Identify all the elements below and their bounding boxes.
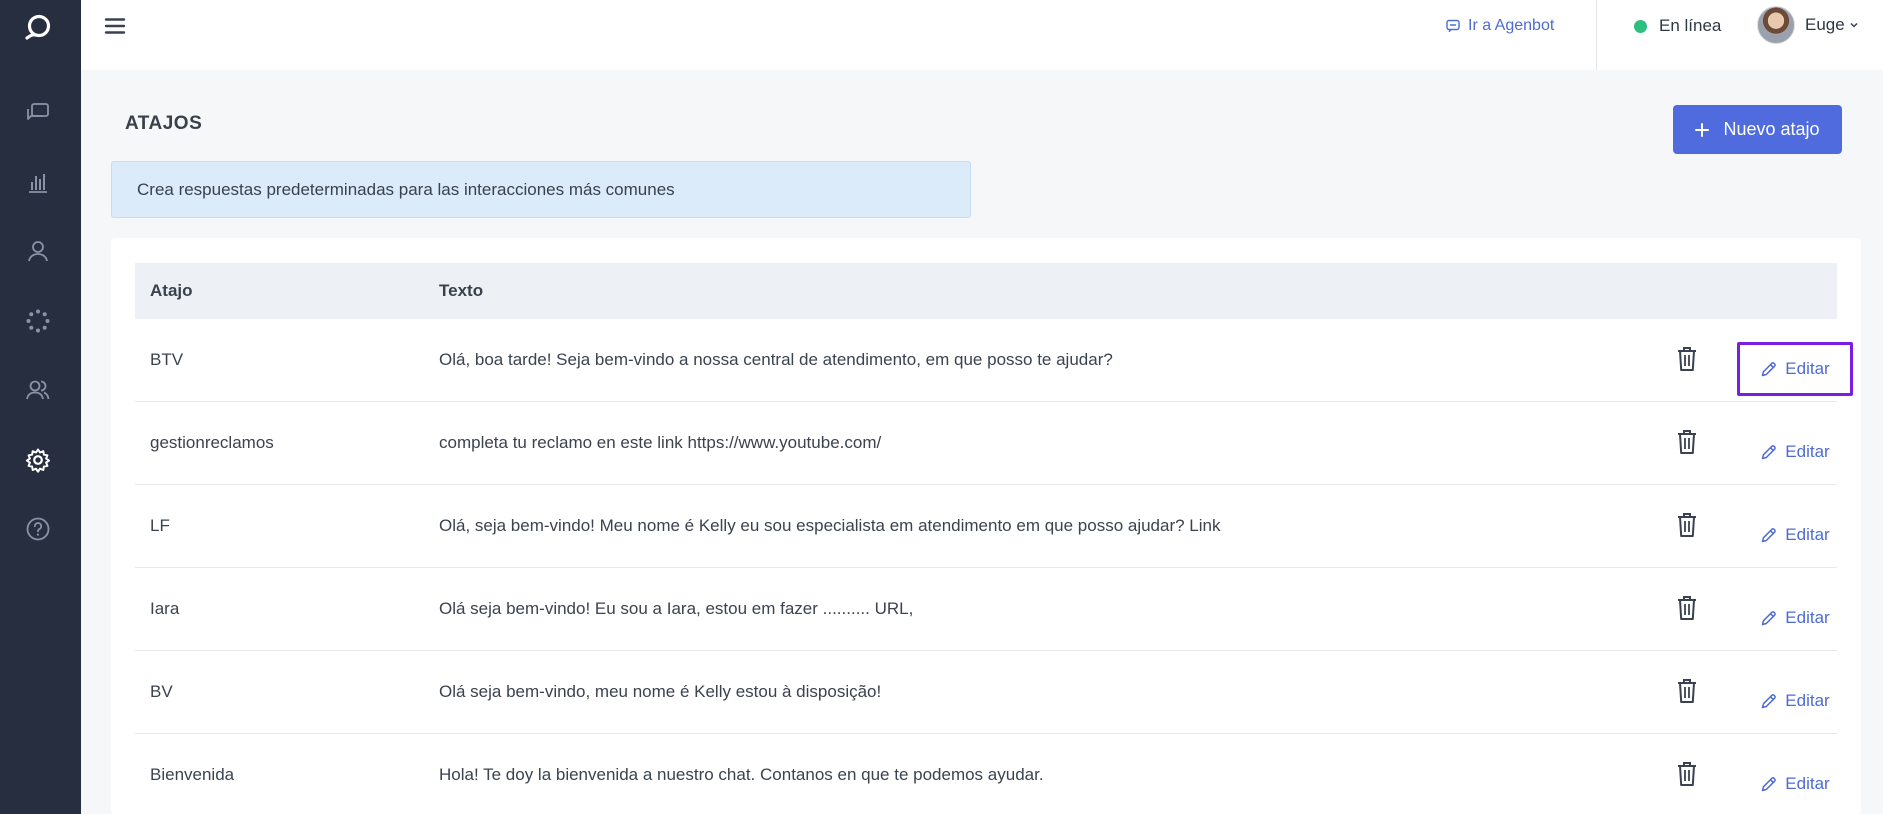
delete-button[interactable]	[1675, 511, 1699, 539]
pencil-icon	[1762, 693, 1777, 708]
plus-icon	[1695, 122, 1710, 137]
page-title: ATAJOS	[125, 113, 203, 134]
reports-icon	[29, 174, 47, 193]
trash-icon	[1678, 679, 1696, 703]
sidebar	[0, 0, 81, 814]
edit-button[interactable]: Editar	[1737, 591, 1853, 645]
row-text: Olá, boa tarde! Seja bem-vindo a nossa c…	[439, 350, 1113, 369]
table-row: Bienvenida Hola! Te doy la bienvenida a …	[135, 734, 1837, 814]
edit-label: Editar	[1785, 691, 1830, 710]
sidebar-item-settings[interactable]	[20, 442, 56, 478]
row-shortcut: Bienvenida	[150, 765, 235, 784]
agenbot-link-label: Ir a Agenbot	[1468, 17, 1555, 34]
row-text: Olá, seja bem-vindo! Meu nome é Kelly eu…	[439, 516, 1221, 535]
status-label: En línea	[1659, 16, 1722, 35]
table-row: BV Olá seja bem-vindo, meu nome é Kelly …	[135, 651, 1837, 734]
sidebar-item-conversations[interactable]	[20, 95, 56, 131]
row-text: completa tu reclamo en este link https:/…	[439, 433, 882, 452]
info-banner: Crea respuestas predeterminadas para las…	[111, 161, 971, 218]
row-text: Olá seja bem-vindo, meu nome é Kelly est…	[439, 682, 882, 701]
edit-button[interactable]: Editar	[1737, 342, 1853, 396]
info-banner-text: Crea respuestas predeterminadas para las…	[137, 179, 675, 199]
chevron-down-icon	[1850, 22, 1858, 28]
sidebar-item-campaigns[interactable]	[20, 303, 56, 339]
new-shortcut-label: Nuevo atajo	[1723, 119, 1820, 139]
new-shortcut-button[interactable]: Nuevo atajo	[1673, 105, 1842, 154]
pencil-icon	[1762, 361, 1777, 376]
topbar-divider	[1596, 0, 1597, 70]
edit-button[interactable]: Editar	[1737, 508, 1853, 562]
edit-button[interactable]: Editar	[1737, 757, 1853, 811]
trash-icon	[1678, 430, 1696, 454]
sidebar-item-contacts[interactable]	[20, 233, 56, 269]
avatar	[1757, 6, 1795, 44]
row-shortcut: BTV	[150, 350, 184, 369]
pencil-icon	[1762, 776, 1777, 791]
chat-bubble-icon	[1446, 19, 1460, 33]
table-row: Iara Olá seja bem-vindo! Eu sou a Iara, …	[135, 568, 1837, 651]
row-shortcut: gestionreclamos	[150, 433, 274, 452]
delete-button[interactable]	[1675, 594, 1699, 622]
trash-icon	[1678, 762, 1696, 786]
loading-dots-icon	[26, 309, 50, 333]
row-shortcut: BV	[150, 682, 173, 701]
pencil-icon	[1762, 610, 1777, 625]
edit-label: Editar	[1785, 359, 1830, 378]
help-icon	[26, 517, 50, 541]
edit-label: Editar	[1785, 774, 1830, 793]
table-header: Atajo Texto	[135, 263, 1837, 319]
trash-icon	[1678, 596, 1696, 620]
team-icon	[26, 380, 50, 400]
sidebar-item-reports[interactable]	[20, 165, 56, 201]
sidebar-item-team[interactable]	[20, 372, 56, 408]
edit-button[interactable]: Editar	[1737, 674, 1853, 728]
agenbot-link[interactable]: Ir a Agenbot	[1446, 15, 1554, 37]
delete-button[interactable]	[1675, 428, 1699, 456]
delete-button[interactable]	[1675, 345, 1699, 373]
column-header-shortcut: Atajo	[150, 281, 193, 300]
user-name: Euge	[1805, 15, 1845, 34]
row-text: Olá seja bem-vindo! Eu sou a Iara, estou…	[439, 599, 914, 618]
edit-button[interactable]: Editar	[1737, 425, 1853, 479]
table-row: LF Olá, seja bem-vindo! Meu nome é Kelly…	[135, 485, 1837, 568]
shortcuts-table-card: Atajo Texto BTV Olá, boa tarde! Seja bem…	[111, 238, 1861, 814]
availability-status[interactable]: En línea	[1634, 15, 1721, 37]
topbar: Ir a Agenbot En línea Euge	[81, 0, 1883, 70]
conversations-icon	[27, 103, 49, 120]
hamburger-icon	[104, 18, 126, 34]
edit-label: Editar	[1785, 525, 1830, 544]
row-shortcut: LF	[150, 516, 170, 535]
table-row: gestionreclamos completa tu reclamo en e…	[135, 402, 1837, 485]
pencil-icon	[1762, 444, 1777, 459]
gear-icon	[25, 448, 51, 473]
trash-icon	[1678, 347, 1696, 371]
edit-label: Editar	[1785, 442, 1830, 461]
row-shortcut: Iara	[150, 599, 180, 618]
menu-toggle-button[interactable]	[103, 14, 127, 38]
edit-label: Editar	[1785, 608, 1830, 627]
row-text: Hola! Te doy la bienvenida a nuestro cha…	[439, 765, 1044, 784]
delete-button[interactable]	[1675, 760, 1699, 788]
table-row: BTV Olá, boa tarde! Seja bem-vindo a nos…	[135, 319, 1853, 402]
sidebar-item-help[interactable]	[20, 511, 56, 547]
online-status-dot	[1634, 19, 1647, 33]
user-menu[interactable]: Euge	[1757, 5, 1859, 45]
column-header-text: Texto	[439, 281, 484, 300]
trash-icon	[1678, 513, 1696, 537]
app-logo[interactable]	[22, 12, 54, 44]
delete-button[interactable]	[1675, 677, 1699, 705]
pencil-icon	[1762, 527, 1777, 542]
contacts-icon	[28, 241, 48, 262]
